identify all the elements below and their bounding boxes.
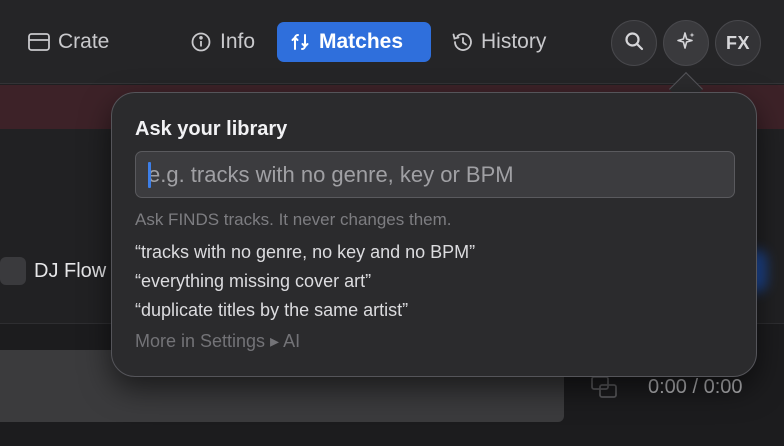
matches-icon <box>289 31 311 53</box>
suggestion-item[interactable]: “everything missing cover art” <box>135 270 475 299</box>
ask-library-input[interactable] <box>135 151 735 198</box>
ai-ask-button[interactable] <box>663 20 709 66</box>
airplay-icon[interactable] <box>590 375 620 401</box>
info-icon <box>190 31 212 53</box>
tab-info-label: Info <box>220 30 256 53</box>
playlist-label: DJ Flow <box>34 260 107 282</box>
suggestion-item[interactable]: “duplicate titles by the same artist” <box>135 299 475 328</box>
tab-crate-label: Crate <box>58 30 110 53</box>
tab-crate[interactable]: Crate <box>28 22 109 62</box>
popover-note: Ask FINDS tracks. It never changes them. <box>135 210 452 229</box>
suggestion-list: “tracks with no genre, no key and no BPM… <box>135 241 475 328</box>
search-button[interactable] <box>611 20 657 66</box>
crate-icon <box>28 31 50 53</box>
tab-info[interactable]: Info <box>190 22 255 62</box>
text-caret <box>148 162 151 188</box>
popover-title: Ask your library <box>135 118 288 140</box>
search-icon <box>624 31 644 56</box>
tab-history[interactable]: History <box>451 22 546 62</box>
fx-label: FX <box>725 32 750 53</box>
sparkle-icon <box>675 30 697 57</box>
fx-button[interactable]: FX <box>715 20 761 66</box>
suggestion-item[interactable]: “tracks with no genre, no key and no BPM… <box>135 241 475 270</box>
tab-history-label: History <box>481 30 547 53</box>
ask-library-popover: Ask your library Ask FINDS tracks. It ne… <box>111 92 757 377</box>
more-settings-link[interactable]: More in Settings ▸ AI <box>135 331 300 352</box>
tab-matches-label: Matches <box>319 30 404 53</box>
history-icon <box>451 31 473 53</box>
tab-matches[interactable]: Matches <box>277 22 431 62</box>
time-readout: 0:00 / 0:00 <box>648 376 743 398</box>
playlist-checkbox[interactable] <box>0 257 26 285</box>
top-toolbar: Crate Info Matches History FX <box>0 0 784 84</box>
